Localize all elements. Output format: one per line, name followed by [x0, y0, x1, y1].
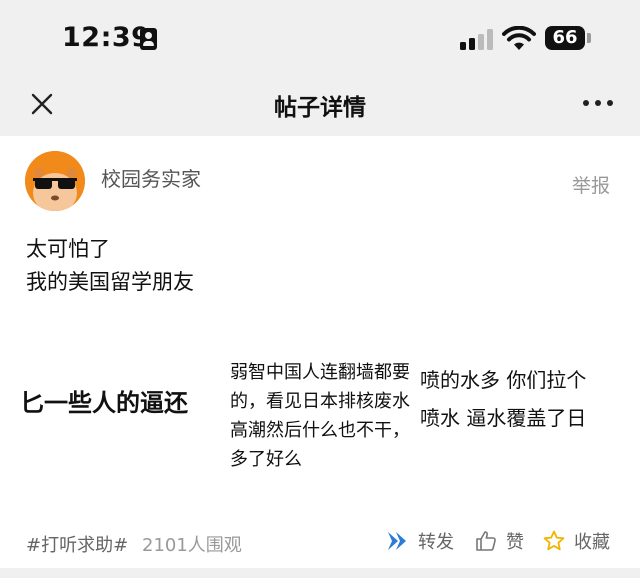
id-card-icon	[140, 28, 157, 50]
image-overlay-line: 多了好么	[230, 449, 302, 470]
more-icon[interactable]	[583, 100, 613, 108]
share-label: 转发	[418, 532, 454, 553]
page-title: 帖子详情	[274, 95, 366, 121]
image-overlay-text: 弱智中国人连翻墙都要 的，看见日本排核废水 高潮然后什么也不干， 多了好么	[222, 350, 414, 502]
wifi-icon	[502, 26, 536, 50]
star-icon	[543, 530, 565, 551]
nav-bar: 帖子详情	[0, 72, 640, 136]
status-time: 12:39	[62, 22, 151, 53]
favorite-label: 收藏	[574, 532, 610, 553]
share-button[interactable]: 转发	[386, 526, 454, 556]
hamster-sunglasses-icon	[25, 151, 85, 211]
status-bar: 12:39 66	[0, 0, 640, 72]
view-count: 2101人围观	[142, 535, 242, 556]
post-footer: #打听求助# 2101人围观 转发 赞 收藏	[0, 518, 640, 568]
favorite-button[interactable]: 收藏	[542, 526, 610, 556]
post-image[interactable]: 匕一些人的逼还 弱智中国人连翻墙都要 的，看见日本排核废水 高潮然后什么也不干，…	[0, 340, 640, 508]
bottom-divider	[0, 568, 640, 578]
share-icon	[388, 532, 406, 550]
image-text-left: 匕一些人的逼还	[20, 389, 188, 417]
image-overlay-line: 高潮然后什么也不干，	[230, 420, 410, 441]
image-overlay-line: 的，看见日本排核废水	[230, 391, 410, 412]
report-button[interactable]: 举报	[572, 171, 610, 198]
post-text-line: 我的美国留学朋友	[26, 270, 194, 294]
post-text-line: 太可怕了	[26, 237, 110, 261]
like-label: 赞	[506, 532, 524, 553]
like-button[interactable]: 赞	[474, 526, 524, 556]
image-text-right: 喷的水多 你们拉个	[420, 368, 587, 392]
thumbs-up-icon	[476, 531, 496, 551]
author-name[interactable]: 校园务实家	[101, 163, 201, 192]
image-overlay-line: 弱智中国人连翻墙都要	[230, 362, 410, 383]
battery-icon: 66	[545, 26, 585, 50]
avatar[interactable]	[25, 151, 85, 211]
image-text-right: 喷水 逼水覆盖了日	[420, 406, 587, 430]
cellular-signal-icon	[460, 28, 494, 50]
topic-hashtag[interactable]: #打听求助#	[26, 531, 128, 557]
battery-tip	[587, 33, 591, 43]
